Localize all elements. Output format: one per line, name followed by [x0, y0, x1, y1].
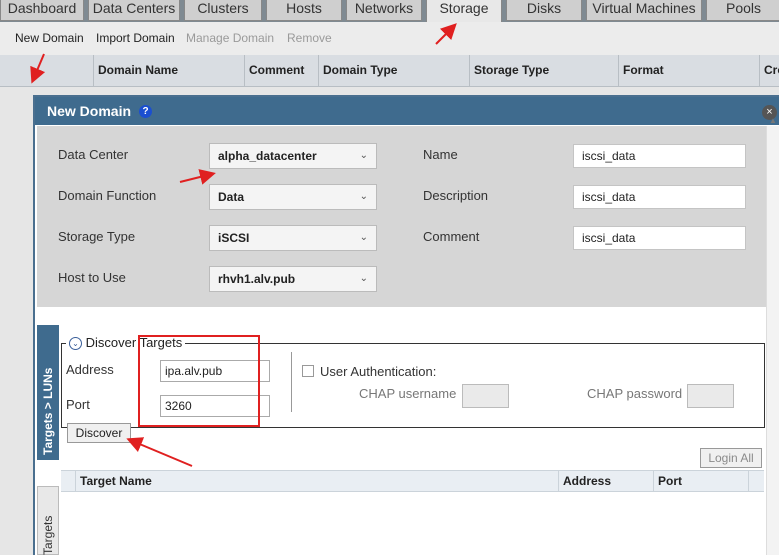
annotation-arrows	[30, 23, 457, 467]
arrow-data-center	[179, 169, 216, 185]
arrow-discover	[126, 437, 193, 467]
arrow-storage-tab	[435, 23, 457, 45]
arrow-new-domain	[30, 53, 46, 84]
